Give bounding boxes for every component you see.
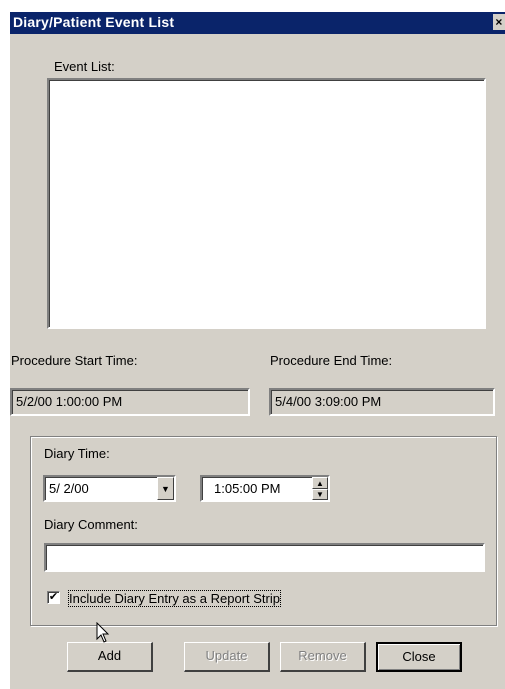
event-list-box[interactable] bbox=[47, 78, 486, 329]
procedure-end-label: Procedure End Time: bbox=[270, 353, 393, 368]
procedure-end-field: 5/4/00 3:09:00 PM bbox=[269, 388, 495, 416]
spin-up-icon[interactable]: ▲ bbox=[312, 477, 328, 489]
update-button-label: Update bbox=[205, 648, 248, 663]
remove-button[interactable]: Remove bbox=[280, 642, 366, 672]
report-strip-checkbox[interactable]: ✔ bbox=[47, 591, 60, 604]
diary-date-value: 5/ 2/00 bbox=[49, 481, 89, 496]
procedure-start-field: 5/2/00 1:00:00 PM bbox=[10, 388, 250, 416]
diary-time-spinner[interactable]: 1:05:00 PM bbox=[200, 475, 330, 502]
mouse-pointer-icon bbox=[96, 622, 110, 643]
close-button-label: Close bbox=[402, 649, 436, 664]
add-button-label: Add bbox=[97, 648, 122, 663]
close-button[interactable]: Close bbox=[376, 642, 462, 672]
title-bar: Diary/Patient Event List × bbox=[10, 12, 505, 34]
event-list-label: Event List: bbox=[54, 59, 115, 74]
spin-down-icon[interactable]: ▼ bbox=[312, 489, 328, 500]
window-title: Diary/Patient Event List bbox=[13, 14, 175, 30]
diary-comment-label: Diary Comment: bbox=[44, 517, 138, 532]
update-button[interactable]: Update bbox=[184, 642, 270, 672]
diary-time-label: Diary Time: bbox=[44, 446, 110, 461]
diary-time-value: 1:05:00 PM bbox=[214, 481, 281, 496]
procedure-start-label: Procedure Start Time: bbox=[11, 353, 138, 368]
remove-button-label: Remove bbox=[298, 648, 347, 663]
chevron-down-icon[interactable]: ▼ bbox=[157, 477, 174, 500]
report-strip-label[interactable]: Include Diary Entry as a Report Strip bbox=[68, 590, 281, 607]
diary-event-dialog: Diary/Patient Event List × Event List: P… bbox=[10, 12, 505, 689]
diary-comment-input[interactable] bbox=[44, 543, 485, 572]
add-button[interactable]: Add bbox=[67, 642, 153, 672]
close-icon[interactable]: × bbox=[493, 14, 505, 30]
